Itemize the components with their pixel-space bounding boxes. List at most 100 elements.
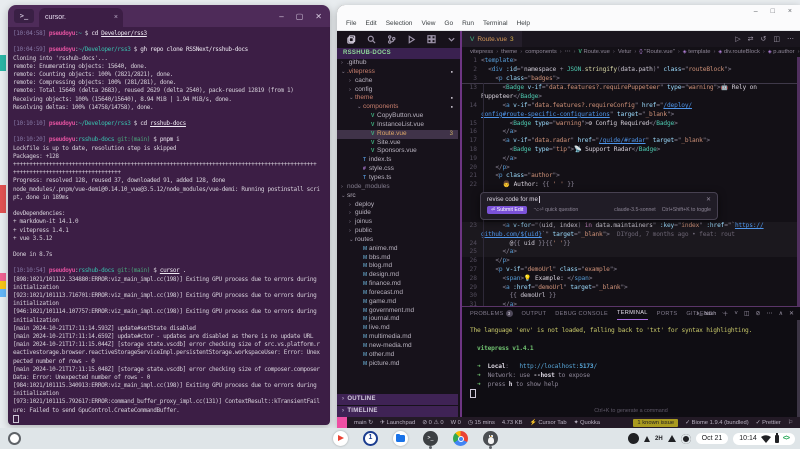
tree-item-style-css[interactable]: #style.css	[337, 165, 458, 174]
tree-item-design-md[interactable]: Mdesign.md	[337, 271, 458, 280]
maximize-panel-icon[interactable]: ∧	[779, 310, 783, 317]
terminal-titlebar[interactable]: >_ cursor. × – ▢ ✕	[8, 5, 330, 27]
status-launchpad[interactable]: ✈ Launchpad	[380, 420, 415, 426]
menu-help[interactable]: Help	[517, 20, 530, 27]
breadcrumb-item[interactable]: ⋯	[565, 49, 571, 55]
terminal-close-button[interactable]: ✕	[315, 12, 322, 21]
terminal-app-shelf-icon[interactable]: >_	[423, 431, 438, 446]
shell-selector-label[interactable]: >_ bash	[696, 311, 716, 317]
undo-icon[interactable]: ↺	[761, 35, 767, 43]
integrated-terminal[interactable]: The language 'env' is not loaded, fallin…	[462, 320, 800, 398]
1password-icon[interactable]: 1	[363, 431, 378, 446]
breadcrumb-item[interactable]: ◈ div.routeBlock	[718, 49, 759, 55]
breadcrumb-item[interactable]: ◈ p.author	[768, 49, 795, 55]
explorer-root-header[interactable]: RSSHUB-DOCS	[337, 48, 460, 59]
panel-tab-debug-console[interactable]: DEBUG CONSOLE	[555, 311, 608, 317]
tree-item-anime-md[interactable]: Manime.md	[337, 245, 458, 254]
kill-terminal-icon[interactable]: ⊘	[756, 310, 761, 317]
tree-item-other-md[interactable]: Mother.md	[337, 351, 458, 360]
terminal-minimize-button[interactable]: –	[279, 12, 283, 21]
play-store-icon[interactable]	[333, 431, 348, 446]
tree-item-joinus[interactable]: ›joinus	[337, 218, 458, 227]
run-button[interactable]: ▷	[735, 35, 740, 43]
tree-item-blog-md[interactable]: Mblog.md	[337, 262, 458, 271]
terminal-tab[interactable]: cursor. ×	[39, 8, 123, 27]
terminal-tab-close-icon[interactable]: ×	[114, 8, 118, 27]
tree-item--vitepress[interactable]: ⌄.vitepress●	[337, 68, 458, 77]
vscode-close-button[interactable]: ×	[788, 8, 792, 16]
tree-item-bbs-md[interactable]: Mbbs.md	[337, 254, 458, 263]
status-biome[interactable]: ✓ Biome 1.9.4 (bundled)	[685, 420, 749, 426]
tree-item-index-ts[interactable]: Tindex.ts	[337, 156, 458, 165]
app-notification-icon[interactable]	[628, 433, 639, 444]
breadcrumb-item[interactable]: theme	[501, 49, 517, 55]
tree-item-node-modules[interactable]: ›node_modules	[337, 183, 458, 192]
status-area[interactable]: 10:14 <>	[733, 433, 795, 445]
status-known-issue[interactable]: 1 known issue	[633, 419, 678, 427]
tree-item-copybutton-vue[interactable]: VCopyButton.vue	[337, 112, 458, 121]
menu-view[interactable]: View	[421, 20, 435, 27]
status-time-tracker[interactable]: ◷ 15 mins	[468, 420, 495, 426]
tree-item-instancelist-vue[interactable]: VInstanceList.vue	[337, 121, 458, 130]
status-prettier[interactable]: ✓ Prettier	[756, 420, 781, 426]
more-actions-icon[interactable]: ⋯	[767, 310, 773, 317]
menu-edit[interactable]: Edit	[365, 20, 376, 27]
launcher-button[interactable]	[8, 432, 21, 445]
panel-tab-problems[interactable]: PROBLEMS3	[470, 310, 513, 317]
model-selector[interactable]: claude-3.5-sonnet	[614, 207, 656, 213]
tree-item-journal-md[interactable]: Mjournal.md	[337, 315, 458, 324]
vscode-minimize-button[interactable]: –	[754, 8, 758, 16]
submit-edit-button[interactable]: ⏎ Submit Edit	[487, 206, 527, 214]
menu-run[interactable]: Run	[462, 20, 474, 27]
close-icon[interactable]: ✕	[706, 196, 711, 203]
tree-item-game-md[interactable]: Mgame.md	[337, 298, 458, 307]
chrome-icon[interactable]	[453, 431, 468, 446]
tree-item-components[interactable]: ⌄components●	[337, 103, 458, 112]
tree-item-theme[interactable]: ⌄theme●	[337, 94, 458, 103]
shell-selector-icon[interactable]: ˅	[734, 311, 738, 317]
tree-item-government-md[interactable]: Mgovernment.md	[337, 307, 458, 316]
tree-item-live-md[interactable]: Mlive.md	[337, 324, 458, 333]
linux-penguin-icon[interactable]	[483, 431, 498, 446]
vscode-titlebar[interactable]: – □ ×	[337, 5, 800, 17]
panel-tab-output[interactable]: OUTPUT	[522, 311, 547, 317]
extensions-icon[interactable]	[427, 31, 436, 49]
quick-question-hint[interactable]: ⌥⏎ quick question	[533, 207, 578, 213]
tab-route-vue[interactable]: V Route.vue 3	[462, 31, 522, 47]
search-icon[interactable]	[367, 31, 376, 49]
status-quokka[interactable]: ✦ Quokka	[574, 420, 600, 426]
tree-item-finance-md[interactable]: Mfinance.md	[337, 280, 458, 289]
inline-ai-chat-widget[interactable]: revise code for me ✕ ⏎ Submit Edit ⌥⏎ qu…	[480, 192, 718, 220]
close-panel-icon[interactable]: ✕	[789, 310, 794, 317]
menu-terminal[interactable]: Terminal	[483, 20, 508, 27]
more-actions-icon[interactable]: ⋯	[787, 35, 794, 43]
status-git-branch[interactable]: main ↻	[354, 420, 373, 426]
breadcrumb-item[interactable]: ◈ template	[683, 49, 711, 55]
source-control-icon[interactable]	[387, 31, 396, 49]
run-debug-icon[interactable]	[407, 31, 416, 49]
tree-item-config[interactable]: ›config	[337, 86, 458, 95]
tree-item-guide[interactable]: ›guide	[337, 209, 458, 218]
breadcrumb-item[interactable]: V Route.vue	[578, 49, 609, 55]
status-problems-summary[interactable]: ⊘ 0 ⚠ 0	[422, 420, 443, 426]
tree-item-src[interactable]: ⌄src	[337, 192, 458, 201]
tree-item-picture-md[interactable]: Mpicture.md	[337, 360, 458, 369]
tree-item-deploy[interactable]: ›deploy	[337, 201, 458, 210]
date-pill[interactable]: Oct 21	[696, 433, 729, 444]
tree-item-new-media-md[interactable]: Mnew-media.md	[337, 342, 458, 351]
breadcrumb-item[interactable]: components	[525, 49, 557, 55]
tree-item-routes[interactable]: ⌄routes	[337, 236, 458, 245]
menu-selection[interactable]: Selection	[386, 20, 413, 27]
terminal-maximize-button[interactable]: ▢	[296, 12, 304, 21]
explorer-icon[interactable]	[347, 31, 356, 49]
tree-item-multimedia-md[interactable]: Mmultimedia.md	[337, 333, 458, 342]
breadcrumb-item[interactable]: vitepress	[470, 49, 493, 55]
new-terminal-icon[interactable]: ＋	[722, 309, 728, 318]
more-views-icon[interactable]	[447, 31, 456, 49]
tree-item-site-vue[interactable]: VSite.vue	[337, 139, 458, 148]
status-cursor-tab[interactable]: ⚡ Cursor Tab	[529, 420, 566, 426]
tree-item--github[interactable]: ›.github	[337, 59, 458, 68]
breadcrumb-item[interactable]: Vetur	[618, 49, 632, 55]
tree-item-types-ts[interactable]: Ttypes.ts	[337, 174, 458, 183]
split-editor-icon[interactable]: ◫	[773, 35, 780, 43]
